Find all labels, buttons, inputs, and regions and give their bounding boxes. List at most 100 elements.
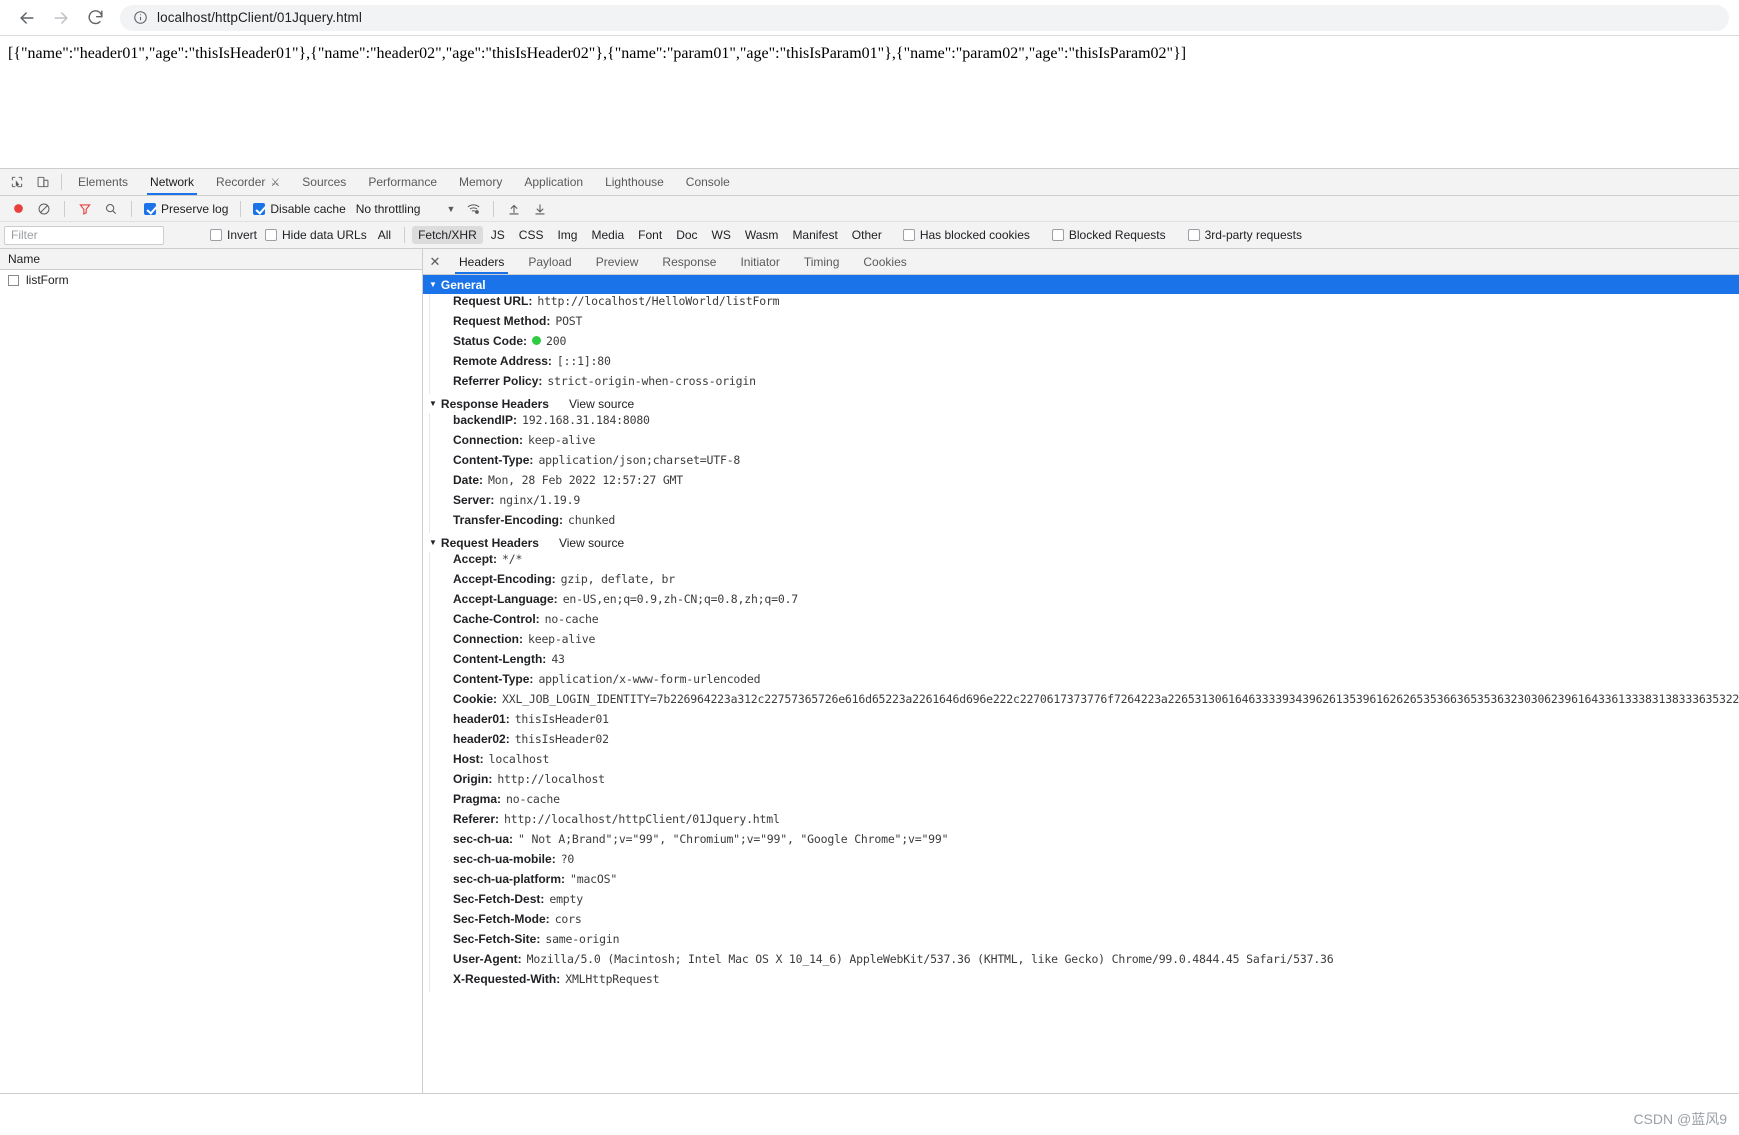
checkbox-box[interactable]	[265, 229, 278, 241]
invert-checkbox[interactable]: Invert	[206, 228, 261, 242]
filter-type-font[interactable]: Font	[632, 226, 668, 244]
tab-label: Console	[685, 175, 730, 189]
filter-input[interactable]: Filter	[4, 225, 164, 245]
header-value: nginx/1.19.9	[499, 493, 581, 507]
has-blocked-cookies-checkbox[interactable]: Has blocked cookies	[899, 228, 1034, 242]
tab-sources[interactable]: Sources	[291, 169, 357, 195]
table-row[interactable]: listForm	[0, 270, 422, 290]
toolbar-divider	[240, 200, 242, 217]
section-title: Request Headers	[440, 535, 539, 550]
browser-toolbar: localhost/httpClient/01Jquery.html	[0, 0, 1739, 36]
third-party-requests-checkbox[interactable]: 3rd-party requests	[1184, 228, 1306, 242]
section-header-general[interactable]: ▼ General	[423, 275, 1739, 294]
filter-type-all[interactable]: All	[372, 226, 397, 244]
tab-response[interactable]: Response	[650, 249, 728, 274]
header-row: Content-Type: application/x-www-form-urle…	[430, 672, 1739, 692]
tab-initiator[interactable]: Initiator	[728, 249, 791, 274]
tab-memory[interactable]: Memory	[448, 169, 513, 195]
header-row: Referer: http://localhost/httpClient/01Jq…	[430, 812, 1739, 832]
device-toolbar-icon[interactable]	[30, 169, 56, 195]
checkbox-box[interactable]	[144, 202, 156, 215]
header-value: 192.168.31.184:8080	[522, 413, 650, 427]
tab-headers[interactable]: Headers	[447, 249, 516, 274]
header-name: sec-ch-ua-platform:	[453, 872, 566, 886]
checkbox-box[interactable]	[253, 202, 266, 215]
back-icon[interactable]	[10, 3, 44, 33]
header-name: Content-Length:	[453, 652, 547, 666]
funnel-filter-icon[interactable]	[73, 198, 97, 220]
reload-icon[interactable]	[78, 3, 112, 33]
filter-type-js[interactable]: JS	[485, 226, 511, 244]
header-name: Date:	[453, 473, 484, 487]
header-value: ?0	[560, 852, 575, 866]
header-name: Accept-Language:	[453, 592, 558, 606]
view-source-link[interactable]: View source	[559, 536, 624, 550]
section-title: General	[440, 277, 486, 292]
page-body-text: [{"name":"header01","age":"thisIsHeader0…	[8, 45, 1187, 62]
hide-data-urls-checkbox[interactable]: Hide data URLs	[261, 228, 371, 242]
header-value: strict-origin-when-cross-origin	[547, 374, 756, 388]
header-name: Content-Type:	[453, 672, 534, 686]
tab-console[interactable]: Console	[675, 169, 741, 195]
tab-label: Recorder	[216, 175, 266, 189]
third-party-requests-label: 3rd-party requests	[1204, 228, 1302, 242]
disable-cache-checkbox[interactable]: Disable cache	[249, 202, 349, 216]
close-x-icon[interactable]: ✕	[423, 249, 447, 274]
tab-network[interactable]: Network	[139, 169, 205, 195]
chevron-down-icon[interactable]: ▼	[446, 204, 455, 214]
checkbox-box[interactable]	[210, 229, 222, 241]
header-value: no-cache	[544, 612, 599, 626]
filter-type-wasm[interactable]: Wasm	[739, 226, 785, 244]
tab-cookies[interactable]: Cookies	[851, 249, 918, 274]
detail-tabbar: ✕ Headers Payload Preview Response Initi…	[423, 249, 1739, 275]
section-header-request-headers[interactable]: ▼ Request Headers View source	[423, 533, 1739, 552]
record-stop-icon[interactable]	[6, 198, 30, 220]
tab-timing[interactable]: Timing	[792, 249, 852, 274]
throttling-select[interactable]: No throttling ▼	[352, 202, 460, 216]
tab-application[interactable]: Application	[513, 169, 594, 195]
toolbar-divider	[131, 200, 132, 217]
tab-preview[interactable]: Preview	[584, 249, 651, 274]
tab-payload[interactable]: Payload	[516, 249, 583, 274]
search-magnifier-icon[interactable]	[99, 198, 123, 220]
view-source-link[interactable]: View source	[569, 397, 634, 411]
tab-lighthouse[interactable]: Lighthouse	[594, 169, 675, 195]
upload-har-icon[interactable]	[502, 198, 526, 220]
request-list-column-header[interactable]: Name	[0, 249, 422, 270]
filter-type-manifest[interactable]: Manifest	[786, 226, 843, 244]
checkbox-box[interactable]	[1051, 229, 1064, 241]
toolbar-divider	[64, 200, 65, 217]
blocked-requests-checkbox[interactable]: Blocked Requests	[1048, 228, 1170, 242]
tab-performance[interactable]: Performance	[357, 169, 448, 195]
tab-elements[interactable]: Elements	[67, 169, 139, 195]
clear-circle-slash-icon[interactable]	[32, 198, 56, 220]
header-value: http://localhost/httpClient/01Jquery.htm…	[504, 812, 780, 826]
header-row: sec-ch-ua-platform: "macOS"	[430, 872, 1739, 892]
section-header-response-headers[interactable]: ▼ Response Headers View source	[423, 394, 1739, 413]
header-value: gzip, deflate, br	[560, 572, 676, 586]
filter-type-doc[interactable]: Doc	[670, 226, 703, 244]
forward-icon[interactable]	[44, 3, 78, 33]
triangle-down-icon: ▼	[429, 279, 437, 289]
header-row: Sec-Fetch-Site: same-origin	[430, 932, 1739, 952]
filter-type-media[interactable]: Media	[585, 226, 630, 244]
tab-recorder[interactable]: Recorder ⚔	[205, 169, 291, 195]
header-value: cors	[554, 912, 582, 926]
filter-type-ws[interactable]: WS	[706, 226, 737, 244]
download-har-icon[interactable]	[528, 198, 552, 220]
network-conditions-icon[interactable]	[461, 198, 485, 220]
blocked-requests-label: Blocked Requests	[1068, 228, 1166, 242]
filter-type-other[interactable]: Other	[846, 226, 888, 244]
checkbox-box[interactable]	[902, 229, 915, 241]
checkbox-box[interactable]	[1187, 229, 1200, 241]
filter-type-css[interactable]: CSS	[513, 226, 550, 244]
header-row: backendIP: 192.168.31.184:8080	[430, 413, 1739, 433]
header-value: keep-alive	[528, 632, 596, 646]
header-row: X-Requested-With: XMLHttpRequest	[430, 972, 1739, 992]
address-bar[interactable]: localhost/httpClient/01Jquery.html	[120, 4, 1729, 31]
info-circle-icon[interactable]	[132, 10, 148, 26]
filter-type-img[interactable]: Img	[551, 226, 583, 244]
inspect-element-icon[interactable]	[4, 169, 30, 195]
preserve-log-checkbox[interactable]: Preserve log	[140, 202, 232, 216]
filter-type-fetch-xhr[interactable]: Fetch/XHR	[412, 226, 483, 244]
